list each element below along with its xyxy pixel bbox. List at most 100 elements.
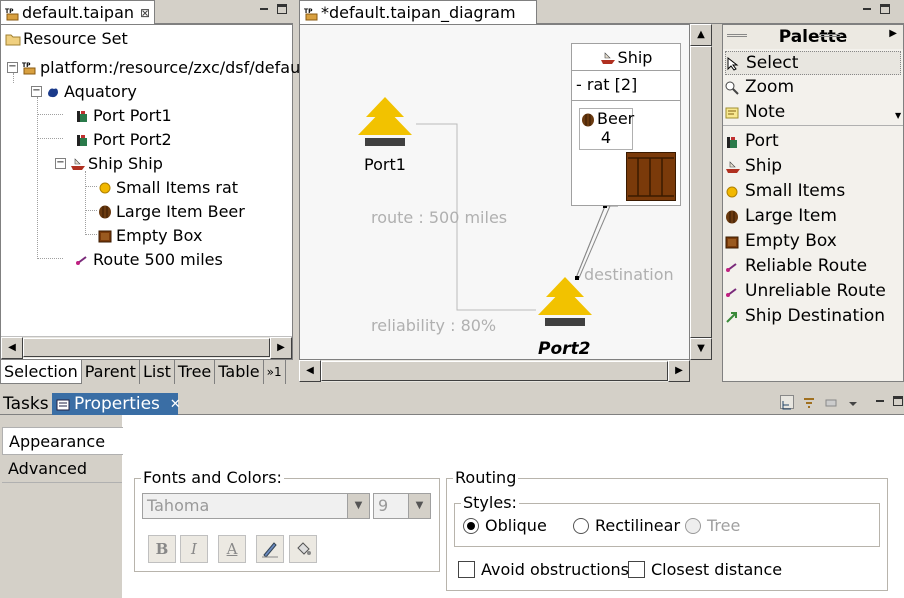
empty-box-item[interactable] (625, 151, 677, 202)
ship-node[interactable]: Ship - rat [2] Beer 4 (571, 43, 681, 206)
closest-distance-checkbox[interactable] (628, 561, 645, 578)
tab-appearance[interactable]: Appearance (2, 427, 123, 455)
close-icon[interactable]: ✕ (170, 397, 181, 412)
destination-label[interactable]: destination (584, 265, 674, 284)
palette-tool-select[interactable]: Select (725, 51, 901, 75)
radio-tree[interactable] (685, 517, 701, 534)
note-icon (725, 105, 739, 119)
tab-advanced[interactable]: Advanced (2, 455, 122, 483)
palette-item-reliable-route[interactable]: Reliable Route (725, 254, 867, 278)
palette-item-large-item[interactable]: Large Item (725, 204, 837, 228)
font-size-combo[interactable]: 9 ▼ (373, 493, 431, 519)
palette-item-small-items[interactable]: Small Items (725, 179, 845, 203)
tree-item-aquatory[interactable]: − Aquatory (31, 80, 137, 102)
palette-drawer-icon[interactable]: ▼ (895, 111, 901, 120)
tab-properties[interactable]: Properties ✕ (52, 393, 181, 415)
tree-horizontal-scrollbar[interactable]: ◀ ▶ (1, 336, 292, 359)
tab-default-taipan[interactable]: TP default.taipan ⊠ (0, 0, 155, 24)
radio-rectilinear[interactable] (573, 517, 589, 534)
palette-item-unreliable-route[interactable]: Unreliable Route (725, 279, 886, 303)
route-label[interactable]: route : 500 miles (371, 208, 507, 227)
chevron-down-icon[interactable]: ▼ (347, 494, 369, 518)
scroll-up-icon[interactable]: ▲ (690, 24, 712, 46)
scroll-left-icon[interactable]: ◀ (1, 337, 23, 359)
properties-icon (56, 397, 70, 411)
tree-item-large-item[interactable]: Large Item Beer (98, 200, 245, 222)
tree-item-route[interactable]: Route 500 miles (75, 248, 223, 270)
tab-tasks[interactable]: Tasks (0, 393, 53, 415)
avoid-obstructions-option[interactable]: Avoid obstructions (458, 560, 629, 579)
beer-item[interactable]: Beer 4 (579, 108, 634, 150)
palette-item-ship[interactable]: Ship (725, 154, 782, 178)
tab-table[interactable]: Table (215, 360, 264, 384)
collapse-icon[interactable]: − (55, 157, 66, 169)
advanced-icon[interactable] (824, 395, 838, 409)
font-name-combo[interactable]: Tahoma ▼ (142, 493, 370, 519)
barrel-icon (98, 204, 112, 219)
view-menu-icon[interactable] (846, 395, 860, 409)
minimize-icon[interactable] (874, 395, 886, 407)
scroll-thumb[interactable] (23, 338, 270, 357)
categories-icon[interactable] (780, 395, 794, 410)
taipan-file-icon: TP (22, 60, 36, 75)
tree-item-platform[interactable]: − TP platform:/resource/zxc/dsf/defau (7, 56, 300, 78)
tab-selection[interactable]: Selection (0, 360, 82, 384)
radio-oblique[interactable] (463, 517, 479, 534)
chevron-down-icon[interactable]: ▼ (408, 494, 430, 518)
minimize-icon[interactable] (861, 3, 873, 15)
italic-button[interactable]: I (180, 535, 208, 563)
palette-tool-zoom[interactable]: Zoom (725, 75, 794, 99)
font-color-button[interactable]: A (218, 535, 246, 563)
collapse-icon[interactable]: − (31, 85, 42, 97)
port2-node[interactable] (534, 277, 596, 329)
tree-item-ship[interactable]: − Ship Ship (55, 152, 163, 174)
tab-tree[interactable]: Tree (175, 360, 216, 384)
scroll-left-icon[interactable]: ◀ (299, 360, 321, 382)
style-oblique-option[interactable]: Oblique (463, 516, 547, 535)
style-rectilinear-option[interactable]: Rectilinear (573, 516, 680, 535)
diagram-vertical-scrollbar[interactable]: ▲ ▼ (690, 24, 712, 360)
tab-parent[interactable]: Parent (82, 360, 140, 384)
scroll-right-icon[interactable]: ▶ (270, 337, 292, 359)
palette: Palette ▶ Select Zoom Note ▼ Port Ship S… (722, 24, 904, 382)
tree-item-port1[interactable]: Port Port1 (75, 104, 172, 126)
maximize-icon[interactable] (879, 3, 891, 15)
style-tree-option[interactable]: Tree (685, 516, 740, 535)
scroll-thumb[interactable] (321, 361, 668, 381)
collapse-icon[interactable]: − (7, 61, 18, 73)
bold-button[interactable]: B (148, 535, 176, 563)
palette-item-empty-box[interactable]: Empty Box (725, 229, 837, 253)
paint-bucket-icon (297, 542, 311, 555)
tab-list[interactable]: List (140, 360, 175, 384)
line-color-button[interactable] (256, 535, 284, 563)
properties-toolbar (780, 395, 860, 410)
reliability-label[interactable]: reliability : 80% (371, 316, 496, 335)
palette-menu-icon[interactable]: ▶ (889, 28, 897, 39)
port1-node[interactable] (354, 97, 416, 149)
tab-diagram[interactable]: TP *default.taipan_diagram (299, 0, 537, 24)
scroll-right-icon[interactable]: ▶ (668, 360, 690, 382)
tree-item-empty-box[interactable]: Empty Box (98, 224, 202, 246)
minimize-icon[interactable] (258, 3, 270, 15)
ship-attribute[interactable]: - rat [2] (572, 71, 680, 101)
maximize-icon[interactable] (276, 3, 288, 15)
scroll-down-icon[interactable]: ▼ (690, 338, 712, 360)
filter-icon[interactable] (802, 395, 816, 409)
route-icon (725, 284, 739, 298)
palette-header[interactable]: Palette ▶ (723, 25, 903, 49)
diagram-horizontal-scrollbar[interactable]: ◀ ▶ (299, 360, 690, 382)
tab-overflow[interactable]: »1 (264, 360, 286, 384)
closest-distance-option[interactable]: Closest distance (628, 560, 782, 579)
close-icon[interactable]: ⊠ (140, 6, 150, 20)
scroll-thumb[interactable] (690, 46, 712, 338)
palette-item-port[interactable]: Port (725, 129, 779, 153)
resource-set-header: Resource Set (5, 27, 128, 49)
diagram-canvas[interactable]: Port1 Port2 Ship - rat [2] Beer 4 route … (299, 24, 690, 360)
fill-color-button[interactable] (289, 535, 317, 563)
palette-item-ship-destination[interactable]: Ship Destination (725, 304, 885, 328)
palette-tool-note[interactable]: Note (725, 100, 785, 124)
tree-item-small-items[interactable]: Small Items rat (98, 176, 238, 198)
maximize-icon[interactable] (892, 395, 904, 407)
avoid-obstructions-checkbox[interactable] (458, 561, 475, 578)
tree-item-port2[interactable]: Port Port2 (75, 128, 172, 150)
